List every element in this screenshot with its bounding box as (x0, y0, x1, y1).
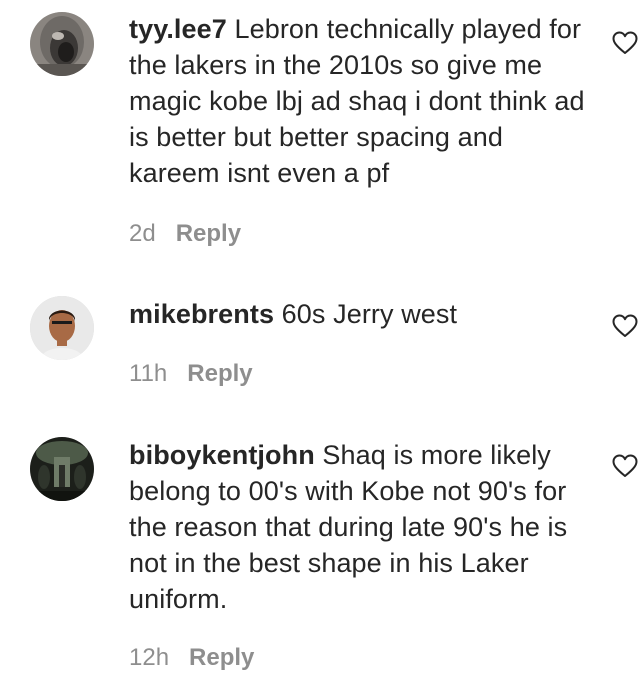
comment-username[interactable]: tyy.lee7 (129, 14, 227, 44)
like-heart-icon[interactable] (612, 31, 638, 55)
comment-username[interactable]: biboykentjohn (129, 440, 315, 470)
like-heart-icon[interactable] (612, 454, 638, 478)
comment-text: mikebrents 60s Jerry west (129, 296, 599, 332)
reply-button[interactable]: Reply (187, 360, 252, 388)
comment-text: tyy.lee7 Lebron technically played for t… (129, 11, 599, 191)
avatar-image (30, 12, 94, 76)
comment-timestamp[interactable]: 2d (129, 220, 156, 248)
avatar-image (30, 437, 94, 501)
user-avatar[interactable] (30, 12, 94, 76)
user-avatar[interactable] (30, 437, 94, 501)
reply-button[interactable]: Reply (189, 644, 254, 672)
reply-button[interactable]: Reply (176, 220, 241, 248)
avatar-image (30, 296, 94, 360)
user-avatar[interactable] (30, 296, 94, 360)
comment-username[interactable]: mikebrents (129, 299, 274, 329)
comment-timestamp[interactable]: 11h (129, 360, 167, 388)
comment-meta: 12h Reply (129, 644, 254, 672)
comment-meta: 2d Reply (129, 220, 241, 248)
comment-meta: 11h Reply (129, 360, 253, 388)
comment-text: biboykentjohn Shaq is more likely belong… (129, 437, 599, 617)
comment-timestamp[interactable]: 12h (129, 644, 169, 672)
like-heart-icon[interactable] (612, 314, 638, 338)
comment-body: 60s Jerry west (281, 299, 458, 329)
